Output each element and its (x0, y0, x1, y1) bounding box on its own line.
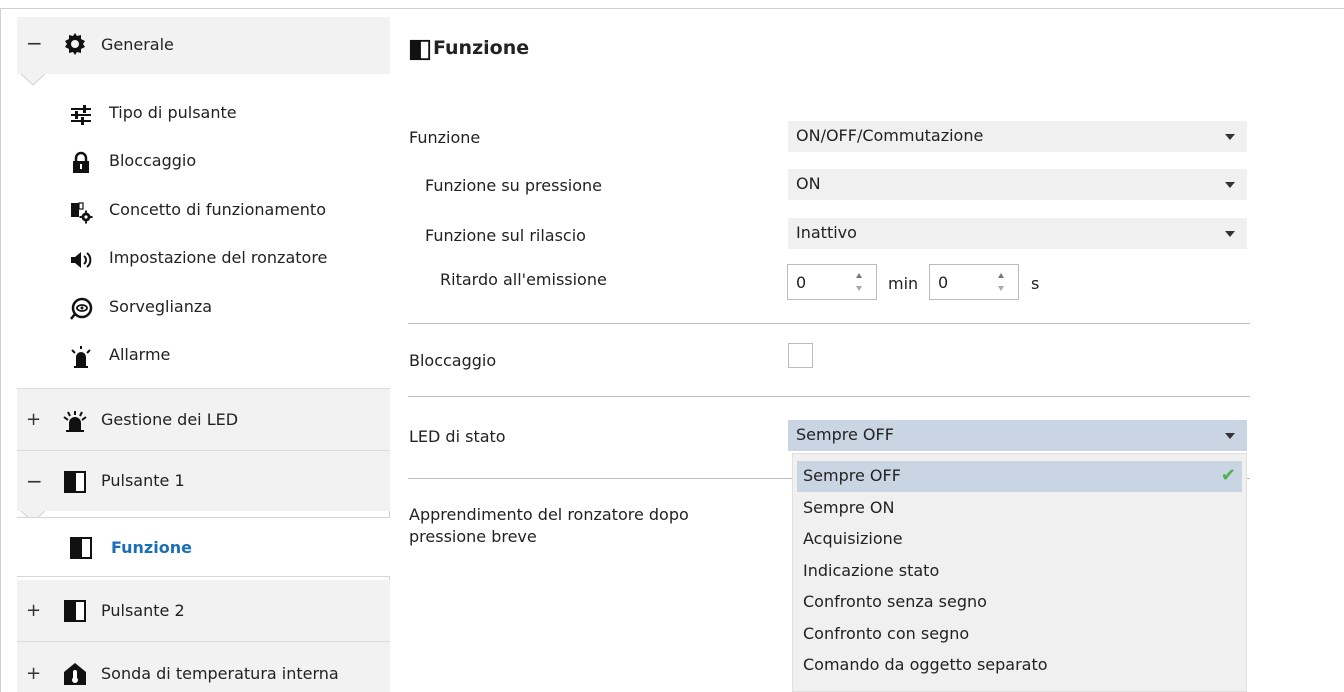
dropdown-option[interactable]: Indicazione stato (797, 556, 1242, 587)
sidebar-group-sonda-di-temperatura-interna[interactable]: + Sonda di temperatura interna (17, 642, 390, 692)
dropdown-option[interactable]: Confronto con segno (797, 619, 1242, 650)
sidebar-group-label: Sonda di temperatura interna (101, 664, 339, 683)
dropdown-option-label: Sempre OFF (803, 466, 901, 485)
led-di-stato-select[interactable]: Sempre OFF (788, 420, 1247, 451)
led-icon (63, 411, 87, 432)
dropdown-option[interactable]: Sempre OFF ✔ (797, 461, 1242, 492)
expand-toggle[interactable]: + (26, 663, 41, 684)
chevron-down-icon (1225, 134, 1235, 140)
expanded-notch (21, 74, 45, 86)
main-panel: Funzione Funzione ON/OFF/Commutazione Fu… (391, 17, 1344, 692)
expand-toggle[interactable]: + (26, 600, 41, 621)
funzione-select-value: ON/OFF/Commutazione (796, 126, 984, 145)
chevron-down-icon (1225, 182, 1235, 188)
led-di-stato-label: LED di stato (409, 427, 506, 446)
dropdown-option[interactable]: Comando da oggetto separato (797, 650, 1242, 681)
sidebar-item-label: Sorveglianza (109, 297, 213, 316)
thermometer-home-icon (64, 663, 86, 685)
collapse-toggle[interactable]: − (26, 469, 43, 493)
dropdown-option-label: Acquisizione (803, 529, 903, 548)
funzione-select[interactable]: ON/OFF/Commutazione (788, 121, 1247, 152)
eye-icon (70, 297, 93, 320)
ritardo-sec-value: 0 (938, 273, 949, 292)
bloccaggio-checkbox[interactable] (788, 343, 813, 368)
funzione-rilascio-select[interactable]: Inattivo (788, 218, 1247, 249)
sidebar-item-label: Tipo di pulsante (109, 103, 237, 122)
apprendimento-label-line2: pressione breve (409, 527, 537, 546)
ritardo-label: Ritardo all'emissione (440, 270, 607, 289)
divider (408, 396, 1250, 397)
led-di-stato-select-value: Sempre OFF (796, 425, 894, 444)
button-icon (70, 537, 92, 559)
speaker-icon (71, 252, 92, 268)
sidebar-group-pulsante-1[interactable]: − Pulsante 1 (17, 451, 390, 511)
ritardo-sec-unit: s (1031, 274, 1040, 293)
funzione-rilascio-label: Funzione sul rilascio (425, 226, 586, 245)
sidebar-group-gestione-dei-led[interactable]: + Gestione dei LED (17, 389, 390, 450)
window-top-border (0, 8, 1344, 9)
page-title: Funzione (433, 37, 530, 59)
sidebar-item-label: Concetto di funzionamento (109, 200, 326, 219)
apprendimento-label-line1: Apprendimento del ronzatore dopo (409, 505, 689, 524)
sidebar-item-label: Bloccaggio (109, 151, 197, 170)
dropdown-option[interactable]: Acquisizione (797, 524, 1242, 555)
gear-icon (65, 33, 85, 55)
button-icon (64, 471, 86, 493)
sidebar-group-label: Gestione dei LED (101, 410, 239, 429)
chevron-down-icon (1225, 231, 1235, 237)
ritardo-min-value: 0 (796, 273, 807, 292)
funzione-pressione-select[interactable]: ON (788, 169, 1247, 200)
sidebar-item-label: Allarme (109, 345, 171, 364)
sidebar-group-label: Pulsante 2 (101, 601, 185, 620)
dropdown-option-label: Sempre ON (803, 498, 895, 517)
ritardo-min-stepper[interactable]: 0 (787, 264, 877, 300)
sidebar-group-label: Pulsante 1 (101, 471, 185, 490)
sidebar-item-funzione[interactable]: Funzione (17, 517, 390, 577)
sidebar-item-label: Impostazione del ronzatore (109, 248, 328, 267)
funzione-rilascio-select-value: Inattivo (796, 223, 857, 242)
divider (408, 323, 1250, 324)
sidebar-group-generale[interactable]: − Generale (17, 17, 390, 74)
bloccaggio-label: Bloccaggio (409, 351, 497, 370)
collapse-toggle[interactable]: − (26, 31, 43, 55)
dropdown-option[interactable]: Confronto senza segno (797, 587, 1242, 618)
led-di-stato-dropdown: Sempre OFF ✔ Sempre ON Acquisizione Indi… (792, 453, 1247, 692)
stepper-up-icon[interactable] (856, 273, 862, 278)
sidebar-group-pulsante-2[interactable]: + Pulsante 2 (17, 580, 390, 641)
dropdown-option[interactable]: Sempre ON (797, 493, 1242, 524)
dropdown-option-label: Confronto con segno (803, 624, 970, 643)
alarm-icon (71, 346, 91, 368)
button-icon (409, 39, 431, 61)
stepper-up-icon[interactable] (998, 273, 1004, 278)
lock-icon (73, 151, 89, 173)
chevron-down-icon (1225, 433, 1235, 439)
ritardo-sec-stepper[interactable]: 0 (929, 264, 1019, 300)
stepper-down-icon[interactable] (998, 286, 1004, 291)
funzione-pressione-select-value: ON (796, 174, 821, 193)
sidebar-item-label: Funzione (111, 538, 192, 557)
sidebar-generale-items: Tipo di pulsante Bloccaggio Concetto di … (17, 74, 390, 388)
funzione-label: Funzione (409, 128, 481, 147)
stepper-down-icon[interactable] (856, 286, 862, 291)
button-icon (64, 600, 86, 622)
dropdown-option-label: Indicazione stato (803, 561, 940, 580)
sliders-icon (71, 105, 91, 125)
funzione-pressione-label: Funzione su pressione (425, 176, 602, 195)
checkmark-icon: ✔ (1220, 465, 1236, 486)
concept-gear-icon (71, 202, 93, 224)
dropdown-option-label: Confronto senza segno (803, 592, 987, 611)
ritardo-min-unit: min (888, 274, 919, 293)
sidebar-group-label: Generale (101, 35, 174, 54)
dropdown-option-label: Comando da oggetto separato (803, 655, 1048, 674)
sidebar: − Generale Tipo di pulsante Bloccaggio C… (17, 17, 390, 692)
expand-toggle[interactable]: + (26, 409, 41, 430)
window-left-border (0, 8, 1, 692)
